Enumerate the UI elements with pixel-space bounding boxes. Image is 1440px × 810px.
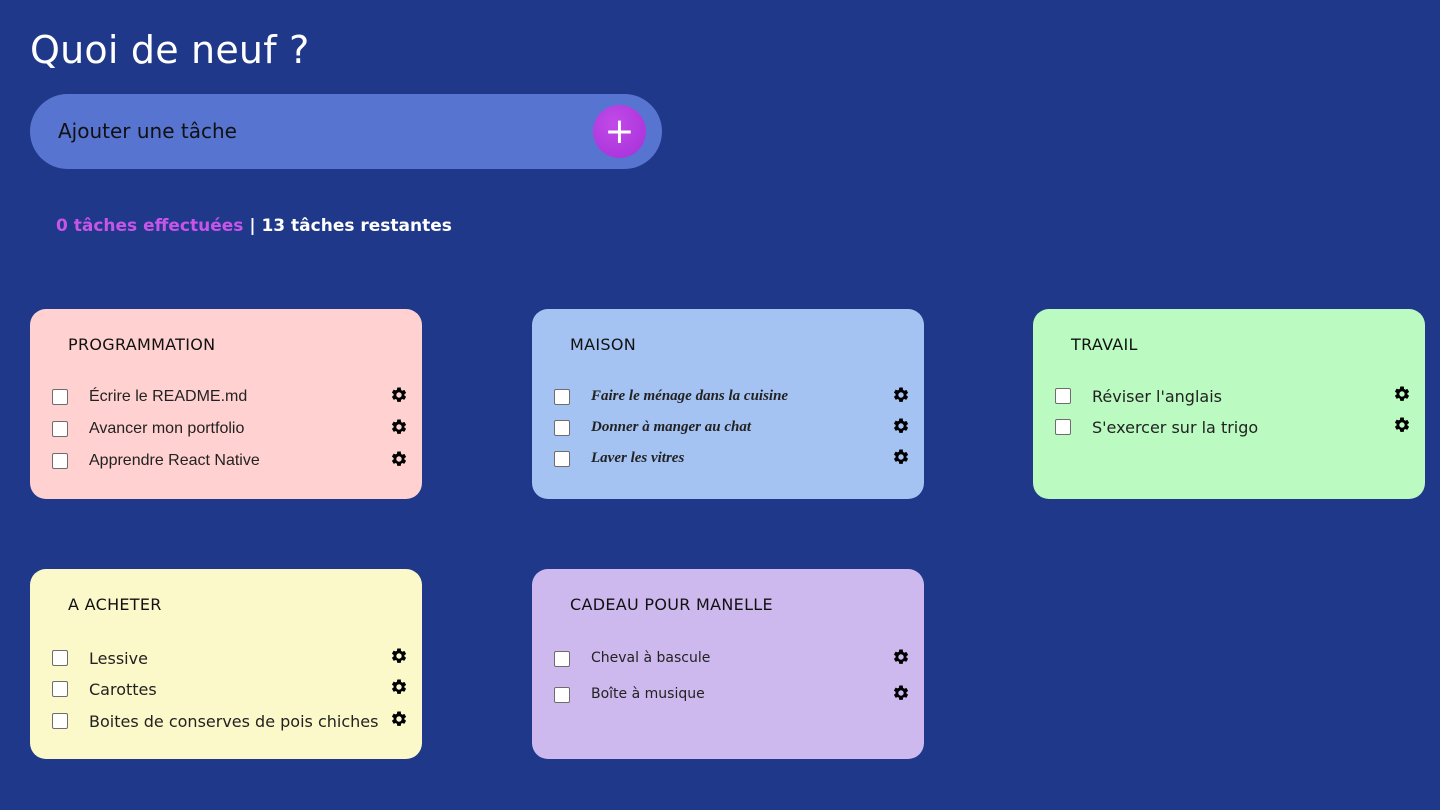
add-task-input[interactable]: [58, 112, 578, 150]
task-label: Écrire le README.md: [89, 388, 248, 405]
task-label: Apprendre React Native: [89, 452, 260, 469]
plus-icon: +: [604, 110, 635, 152]
list-item: Donner à manger au chat: [554, 416, 912, 442]
list-item: S'exercer sur la trigo: [1055, 415, 1413, 441]
list-item: Boites de conserves de pois chiches: [52, 709, 410, 735]
task-checkbox[interactable]: [554, 420, 570, 436]
list-title: TRAVAIL: [1071, 335, 1138, 354]
done-count: 0 tâches effectuées: [56, 216, 244, 236]
gear-icon[interactable]: [1393, 415, 1413, 435]
task-checkbox[interactable]: [52, 650, 68, 666]
task-checkbox[interactable]: [52, 421, 68, 437]
gear-icon[interactable]: [390, 646, 410, 666]
list-card-cadeau-pour-manelle: CADEAU POUR MANELLE Cheval à bascule Boî…: [532, 569, 924, 759]
task-counter: 0 tâches effectuées | 13 tâches restante…: [56, 216, 452, 236]
list-title: MAISON: [570, 335, 636, 354]
task-label: Lessive: [89, 649, 148, 668]
list-item: Avancer mon portfolio: [52, 417, 410, 443]
task-checkbox[interactable]: [52, 453, 68, 469]
task-checkbox[interactable]: [52, 681, 68, 697]
task-checkbox[interactable]: [554, 651, 570, 667]
task-checkbox[interactable]: [554, 389, 570, 405]
list-title: CADEAU POUR MANELLE: [570, 595, 773, 614]
list-item: Réviser l'anglais: [1055, 384, 1413, 410]
task-label: Carottes: [89, 680, 157, 699]
gear-icon[interactable]: [892, 385, 912, 405]
task-checkbox[interactable]: [52, 713, 68, 729]
add-task-button[interactable]: +: [593, 105, 646, 158]
list-item: Cheval à bascule: [554, 647, 912, 673]
gear-icon[interactable]: [892, 683, 912, 703]
list-item: Carottes: [52, 677, 410, 703]
task-checkbox[interactable]: [554, 687, 570, 703]
gear-icon[interactable]: [892, 416, 912, 436]
task-checkbox[interactable]: [1055, 388, 1071, 404]
task-label: Boîte à musique: [591, 686, 705, 702]
list-item: Écrire le README.md: [52, 385, 410, 411]
list-item: Boîte à musique: [554, 683, 912, 709]
gear-icon[interactable]: [390, 449, 410, 469]
page-title: Quoi de neuf ?: [30, 28, 310, 72]
list-card-programmation: PROGRAMMATION Écrire le README.md Avance…: [30, 309, 422, 499]
list-card-maison: MAISON Faire le ménage dans la cuisine D…: [532, 309, 924, 499]
task-label: S'exercer sur la trigo: [1092, 418, 1259, 437]
list-item: Lessive: [52, 646, 410, 672]
list-title: A ACHETER: [68, 595, 162, 614]
task-label: Laver les vitres: [591, 450, 685, 466]
task-label: Boites de conserves de pois chiches: [89, 712, 379, 731]
list-card-a-acheter: A ACHETER Lessive Carottes Boites de con…: [30, 569, 422, 759]
list-item: Apprendre React Native: [52, 449, 410, 475]
gear-icon[interactable]: [390, 385, 410, 405]
gear-icon[interactable]: [1393, 384, 1413, 404]
gear-icon[interactable]: [390, 417, 410, 437]
task-label: Cheval à bascule: [591, 650, 711, 666]
gear-icon[interactable]: [390, 709, 410, 729]
task-checkbox[interactable]: [554, 451, 570, 467]
task-checkbox[interactable]: [52, 389, 68, 405]
list-item: Faire le ménage dans la cuisine: [554, 385, 912, 411]
add-task-bar: +: [30, 94, 662, 169]
gear-icon[interactable]: [892, 647, 912, 667]
remaining-count: 13 tâches restantes: [261, 216, 452, 236]
task-label: Donner à manger au chat: [591, 419, 752, 435]
counter-separator: |: [243, 216, 262, 236]
task-label: Réviser l'anglais: [1092, 387, 1222, 406]
gear-icon[interactable]: [892, 447, 912, 467]
list-title: PROGRAMMATION: [68, 335, 216, 354]
task-label: Faire le ménage dans la cuisine: [591, 388, 789, 404]
list-card-travail: TRAVAIL Réviser l'anglais S'exercer sur …: [1033, 309, 1425, 499]
gear-icon[interactable]: [390, 677, 410, 697]
task-checkbox[interactable]: [1055, 419, 1071, 435]
list-item: Laver les vitres: [554, 447, 912, 473]
task-label: Avancer mon portfolio: [89, 420, 245, 437]
